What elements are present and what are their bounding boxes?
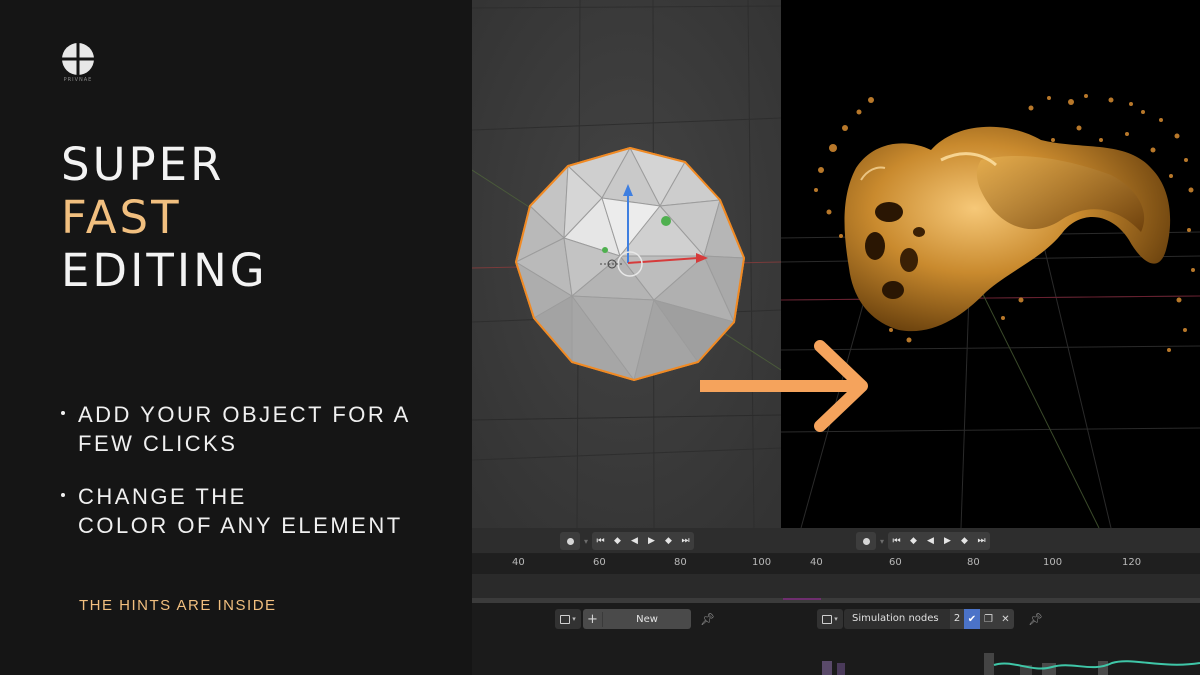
play-reverse-icon[interactable]: ◀ [922,532,939,550]
play-icon[interactable]: ▶ [939,532,956,550]
editor-type-selector[interactable]: ▾ [817,609,843,629]
jump-start-icon[interactable]: ⏮ [592,532,609,550]
node-tree-icon [560,614,571,624]
headline-line-1: SUPER [61,138,225,191]
new-node-group-button[interactable]: + New [583,609,691,629]
playback-controls-left: ▾ ⏮ ◆ ◀ ▶ ◆ ⏭ [560,531,695,551]
viewport-solid-mode[interactable] [472,0,781,528]
frame-range-indicator [783,598,821,600]
play-reverse-icon[interactable]: ◀ [626,532,643,550]
headline-line-3: EDITING [61,244,268,297]
editor-type-selector[interactable]: ▾ [555,609,581,629]
frame-tick: 40 [512,557,525,568]
render-scene [781,0,1200,528]
pin-icon[interactable]: 📌︎ [700,612,715,626]
playback-controls-right: ▾ ⏮ ◆ ◀ ▶ ◆ ⏭ [856,531,991,551]
feature-list: ADD YOUR OBJECT FOR A FEW CLICKS CHANGE … [60,400,440,564]
frame-ruler[interactable]: 40 60 80 100 40 60 80 100 120 [472,554,1200,574]
hint-text: THE HINTS ARE INSIDE [79,597,277,614]
feature-item: ADD YOUR OBJECT FOR A FEW CLICKS [60,400,440,458]
headline: SUPER FAST EDITING [61,138,268,297]
duplicate-icon[interactable]: ❐ [980,609,997,629]
node-group-name[interactable]: Simulation nodes [844,609,950,629]
chevron-down-icon: ▾ [834,615,838,623]
timeline-editor[interactable]: ▾ ⏮ ◆ ◀ ▶ ◆ ⏭ ▾ ⏮ ◆ ◀ ▶ ◆ ⏭ 40 60 80 100… [472,528,1200,603]
new-button-label: New [636,613,658,625]
frame-tick: 60 [889,557,902,568]
prev-keyframe-icon[interactable]: ◆ [905,532,922,550]
feature-text-line: COLOR OF ANY ELEMENT [78,513,403,538]
headline-line-2: FAST [61,191,182,244]
circle-cross-logo-icon [62,43,94,75]
auto-keying-button[interactable] [856,532,876,550]
pin-icon[interactable]: 📌︎ [1028,612,1043,626]
frame-tick: 100 [1043,557,1063,568]
frame-tick: 60 [593,557,606,568]
close-icon[interactable]: ✕ [997,609,1014,629]
auto-keying-button[interactable] [560,532,580,550]
bullet-dot [61,411,65,415]
record-icon [862,537,870,545]
next-keyframe-icon[interactable]: ◆ [956,532,973,550]
promo-panel: PRIVNAE SUPER FAST EDITING ADD YOUR OBJE… [0,0,472,675]
node-group-selector[interactable]: Simulation nodes 2 ✔ ❐ ✕ [844,609,1014,629]
keyframe-track[interactable] [472,574,1200,598]
bullet-dot [61,493,65,497]
timeline-header: ▾ ⏮ ◆ ◀ ▶ ◆ ⏭ ▾ ⏮ ◆ ◀ ▶ ◆ ⏭ [472,528,1200,554]
play-icon[interactable]: ▶ [643,532,660,550]
plus-icon: + [583,611,603,627]
chevron-down-icon[interactable]: ▾ [584,537,588,546]
frame-tick: 80 [674,557,687,568]
transport-buttons: ⏮ ◆ ◀ ▶ ◆ ⏭ [592,532,695,550]
feature-item: CHANGE THE COLOR OF ANY ELEMENT [60,482,440,540]
jump-end-icon[interactable]: ⏭ [677,532,694,550]
viewport-scene [472,0,781,528]
prev-keyframe-icon[interactable]: ◆ [609,532,626,550]
frame-tick: 100 [752,557,772,568]
viewport-render-mode[interactable] [781,0,1200,528]
feature-text-line: ADD YOUR OBJECT FOR A [78,402,411,427]
user-count: 2 [950,609,964,629]
geometry-node-editor[interactable]: ▾ + New 📌︎ ▾ Simulation nodes 2 ✔ ❐ ✕ 📌︎ [472,603,1200,675]
frame-tick: 120 [1122,557,1142,568]
feature-text-line: CHANGE THE [78,484,247,509]
node-tree-icon [822,614,833,624]
arrow-right-icon [700,340,868,432]
frame-tick: 40 [810,557,823,568]
next-keyframe-icon[interactable]: ◆ [660,532,677,550]
shield-check-icon[interactable]: ✔ [964,609,980,629]
record-icon [566,537,574,545]
feature-text-line: FEW CLICKS [78,431,238,456]
jump-start-icon[interactable]: ⏮ [888,532,905,550]
node-editor-header: ▾ + New 📌︎ ▾ Simulation nodes 2 ✔ ❐ ✕ 📌︎ [472,609,1200,631]
transport-buttons: ⏮ ◆ ◀ ▶ ◆ ⏭ [888,532,991,550]
chevron-down-icon: ▾ [572,615,576,623]
jump-end-icon[interactable]: ⏭ [973,532,990,550]
chevron-down-icon[interactable]: ▾ [880,537,884,546]
frame-tick: 80 [967,557,980,568]
logo-caption: PRIVNAE [63,77,93,83]
